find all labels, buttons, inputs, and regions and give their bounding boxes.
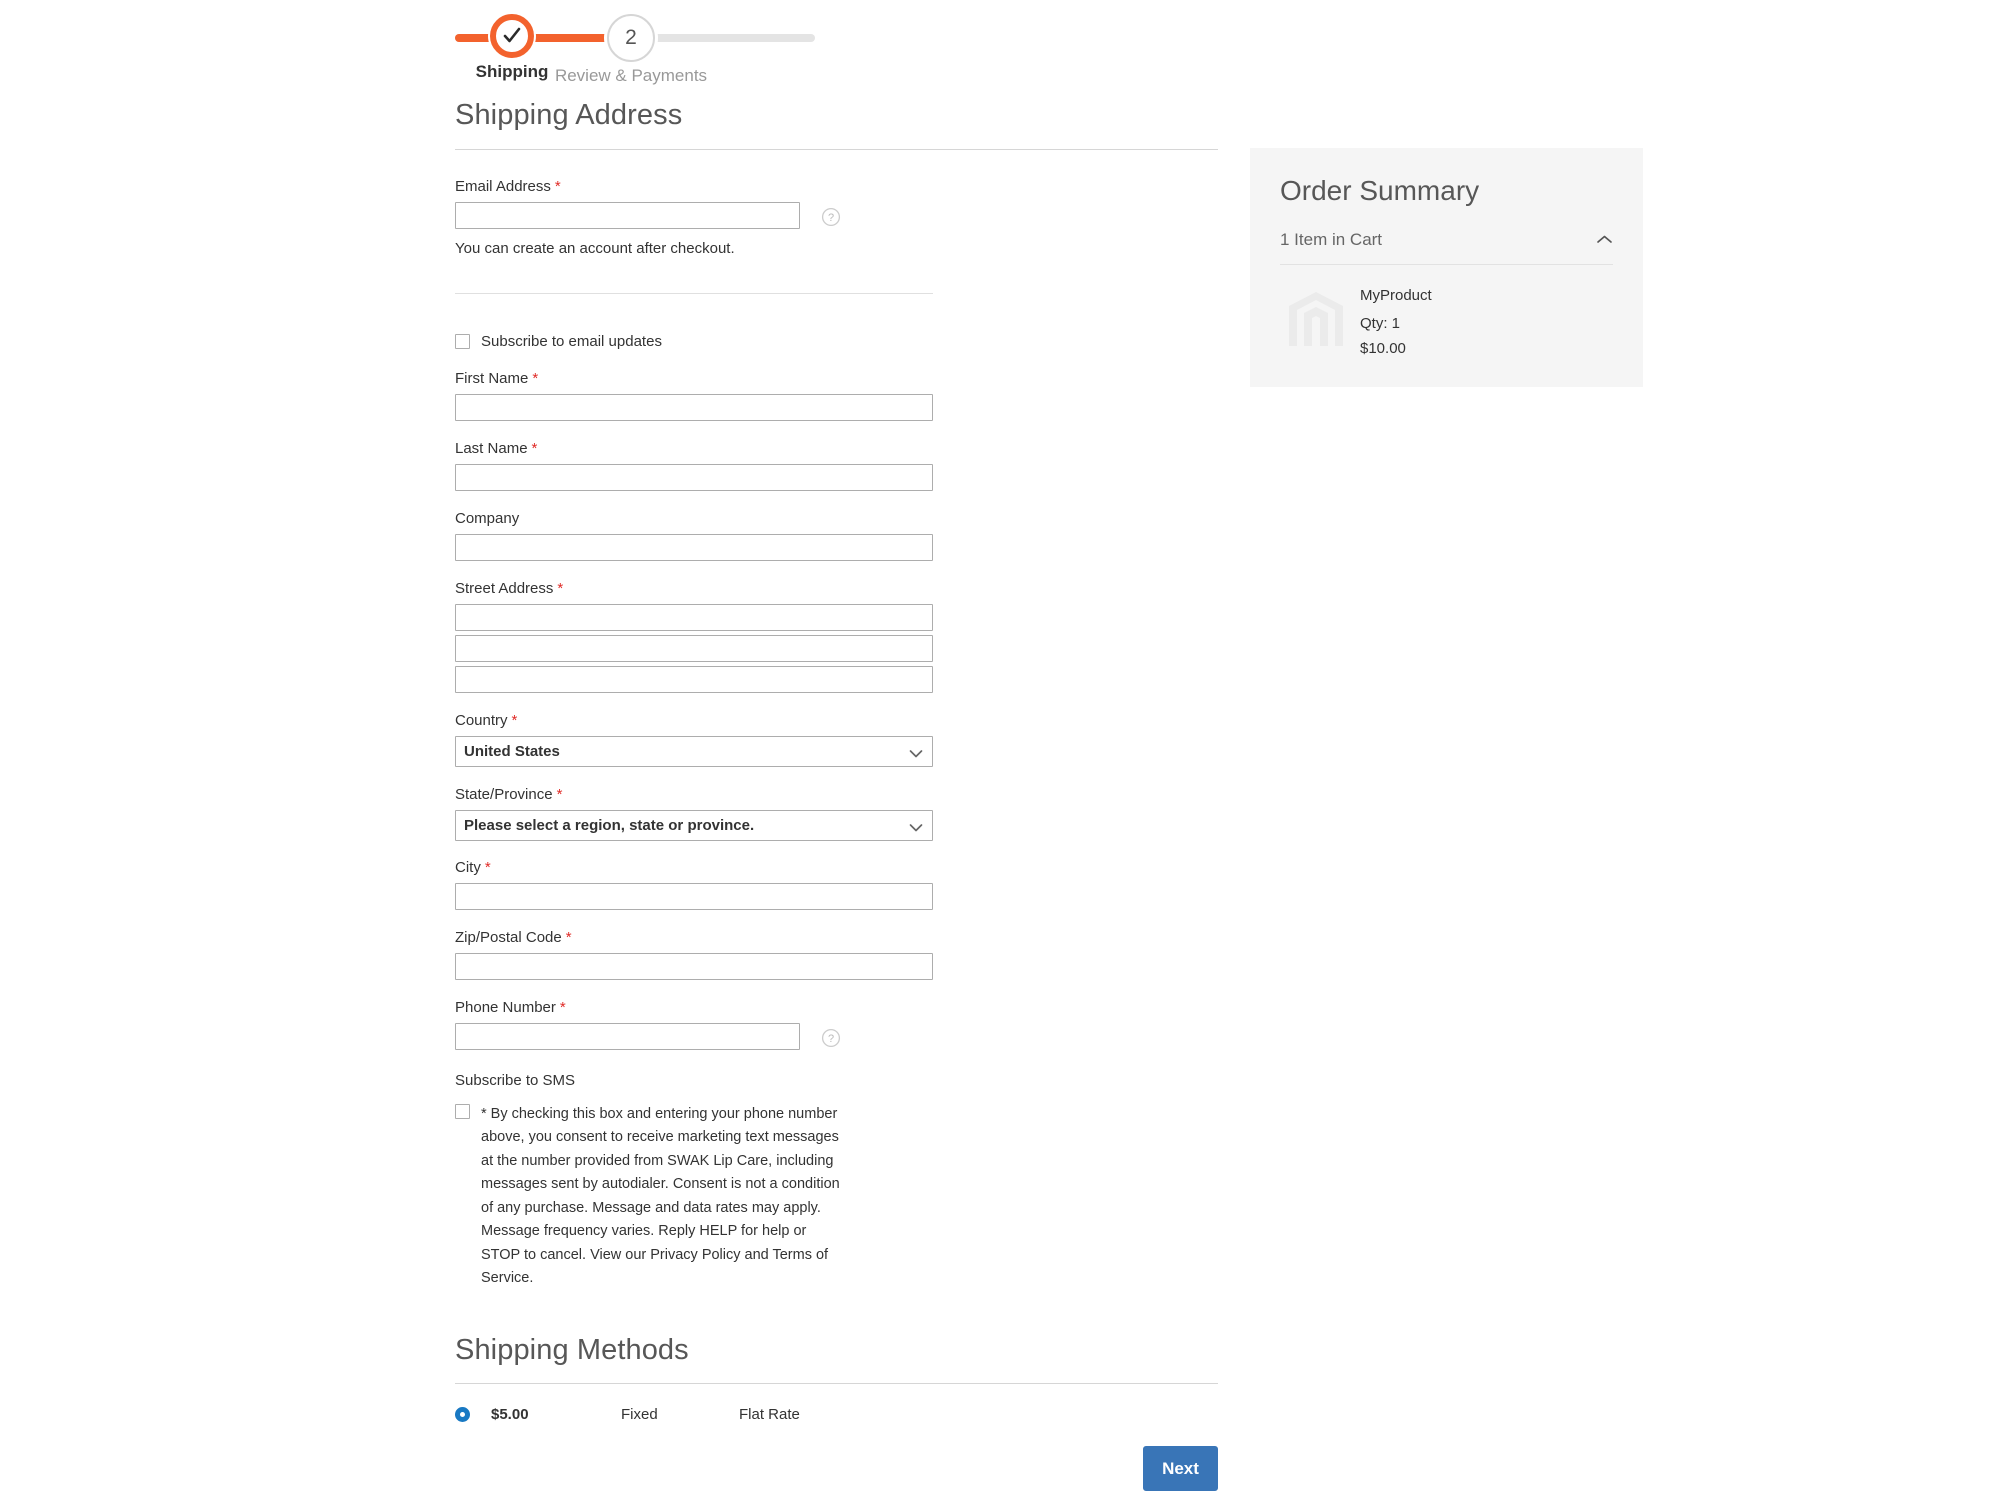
subscribe-email-label: Subscribe to email updates — [481, 332, 662, 350]
country-label-text: Country — [455, 711, 508, 729]
required-marker: * — [511, 711, 518, 729]
required-marker: * — [532, 369, 539, 387]
subscribe-email-checkbox[interactable] — [455, 333, 470, 349]
sms-consent-text: * By checking this box and entering your… — [481, 1105, 840, 1287]
street-address-field-group: Street Address * — [455, 580, 1218, 693]
product-placeholder-icon — [1280, 283, 1352, 355]
zip-postal-code-field-group: Zip/Postal Code * — [455, 929, 1218, 980]
subscribe-sms-group: Subscribe to SMS * By checking this box … — [455, 1072, 1218, 1291]
help-circle-icon[interactable]: ? — [821, 207, 841, 227]
first-name-label: First Name * — [455, 370, 1218, 387]
cart-items-toggle[interactable]: 1 Item in Cart — [1280, 230, 1613, 265]
required-marker: * — [557, 579, 564, 597]
sms-consent-checkbox[interactable] — [455, 1103, 470, 1119]
required-marker: * — [565, 928, 572, 946]
order-summary-title: Order Summary — [1280, 175, 1480, 206]
cart-count-label: 1 Item in Cart — [1280, 229, 1383, 249]
sms-consent-row[interactable]: * By checking this box and entering your… — [455, 1103, 1218, 1291]
check-icon — [503, 27, 521, 43]
shipping-address-divider — [455, 148, 1218, 150]
checkout-main-column: Shipping Address Email Address * ? You ca… — [455, 98, 1218, 1423]
phone-number-label: Phone Number * — [455, 999, 1218, 1016]
state-province-label: State/Province * — [455, 786, 1218, 803]
shipping-method-carrier: Flat Rate — [739, 1406, 800, 1424]
email-section-divider — [455, 292, 933, 294]
progress-step-review-payments-label: Review & Payments — [554, 66, 708, 85]
required-marker: * — [556, 785, 563, 803]
street-address-line-1-input[interactable] — [455, 603, 933, 631]
phone-number-input[interactable] — [455, 1022, 800, 1050]
state-province-label-text: State/Province — [455, 785, 553, 803]
checkout-progress-bar: Shipping 2 Review & Payments — [455, 14, 815, 85]
progress-step-review-payments[interactable]: 2 Review & Payments — [541, 14, 721, 86]
shipping-method-radio[interactable] — [455, 1407, 470, 1423]
shipping-method-type: Fixed — [621, 1406, 658, 1424]
cart-item-name: MyProduct — [1360, 286, 1432, 304]
next-button[interactable]: Next — [1143, 1446, 1218, 1491]
city-label: City * — [455, 859, 1218, 876]
step-number-bullet: 2 — [607, 14, 655, 62]
email-input[interactable] — [455, 201, 800, 229]
first-name-input[interactable] — [455, 393, 933, 421]
zip-postal-code-label-text: Zip/Postal Code — [455, 928, 562, 946]
city-field-group: City * — [455, 859, 1218, 910]
subscribe-sms-title: Subscribe to SMS — [455, 1071, 576, 1089]
city-input[interactable] — [455, 882, 933, 910]
order-summary-panel: Order Summary 1 Item in Cart MyProduct Q… — [1250, 148, 1643, 387]
svg-text:?: ? — [828, 212, 834, 224]
country-select-wrap: United States — [455, 735, 933, 767]
step-number: 2 — [625, 26, 637, 49]
shipping-methods-divider — [455, 1383, 1218, 1385]
street-address-label: Street Address * — [455, 580, 1218, 597]
company-input[interactable] — [455, 533, 933, 561]
company-field-group: Company — [455, 510, 1218, 561]
checkout-page: Shipping 2 Review & Payments Shipping Ad… — [0, 0, 1999, 1491]
cart-item-qty: Qty: 1 — [1360, 314, 1401, 332]
state-province-select-wrap: Please select a region, state or provinc… — [455, 809, 933, 841]
first-name-field-group: First Name * — [455, 370, 1218, 421]
last-name-input[interactable] — [455, 463, 933, 491]
email-address-label-text: Email Address — [455, 177, 551, 195]
required-marker: * — [531, 439, 538, 457]
email-address-label: Email Address * — [455, 178, 1218, 195]
shipping-method-price: $5.00 — [491, 1406, 529, 1424]
shipping-methods-section: Shipping Methods $5.00 Fixed Flat Rate — [455, 1333, 1218, 1423]
country-select[interactable]: United States — [455, 735, 933, 767]
cart-item-list: MyProduct Qty: 1 $10.00 — [1280, 265, 1613, 357]
shipping-address-heading: Shipping Address — [455, 99, 683, 131]
street-address-label-text: Street Address — [455, 579, 554, 597]
country-label: Country * — [455, 712, 1218, 729]
zip-postal-code-input[interactable] — [455, 952, 933, 980]
cart-item-price: $10.00 — [1360, 339, 1406, 357]
city-label-text: City — [455, 858, 481, 876]
help-circle-icon[interactable]: ? — [821, 1028, 841, 1048]
last-name-label-text: Last Name — [455, 439, 528, 457]
step-complete-bullet — [490, 14, 534, 58]
last-name-label: Last Name * — [455, 440, 1218, 457]
subscribe-email-row[interactable]: Subscribe to email updates — [455, 333, 1218, 350]
shipping-methods-heading: Shipping Methods — [455, 1333, 689, 1366]
required-marker: * — [554, 177, 561, 195]
email-address-field-group: Email Address * ? You can create an accou… — [455, 178, 1218, 294]
required-marker: * — [484, 858, 491, 876]
first-name-label-text: First Name — [455, 369, 529, 387]
company-label: Company — [455, 509, 520, 527]
shipping-method-row[interactable]: $5.00 Fixed Flat Rate — [455, 1406, 1218, 1423]
required-marker: * — [559, 998, 566, 1016]
chevron-up-icon[interactable] — [1596, 230, 1613, 250]
zip-postal-code-label: Zip/Postal Code * — [455, 929, 1218, 946]
phone-number-field-group: Phone Number * ? — [455, 999, 1218, 1050]
svg-text:?: ? — [828, 1033, 834, 1045]
state-province-select[interactable]: Please select a region, state or provinc… — [455, 809, 933, 841]
phone-number-label-text: Phone Number — [455, 998, 556, 1016]
last-name-field-group: Last Name * — [455, 440, 1218, 491]
country-field-group: Country * United States — [455, 712, 1218, 767]
cart-item: MyProduct Qty: 1 $10.00 — [1360, 283, 1432, 357]
email-hint: You can create an account after checkout… — [455, 239, 735, 257]
state-province-field-group: State/Province * Please select a region, … — [455, 786, 1218, 841]
street-address-line-2-input[interactable] — [455, 634, 933, 662]
street-address-line-3-input[interactable] — [455, 665, 933, 693]
